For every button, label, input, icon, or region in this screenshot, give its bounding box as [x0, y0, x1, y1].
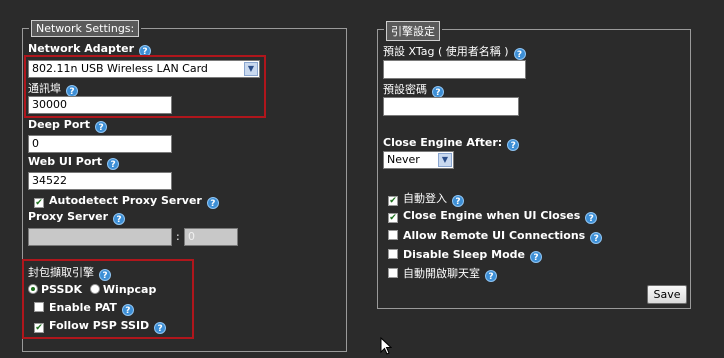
proxy-port-input[interactable]: 0 — [184, 228, 238, 246]
password-label: 預設密碼? — [383, 81, 444, 98]
xtag-input[interactable] — [383, 60, 526, 79]
help-icon[interactable]: ? — [452, 195, 464, 207]
disable-sleep-checkbox[interactable] — [388, 249, 398, 259]
help-icon[interactable]: ? — [206, 197, 219, 209]
password-input[interactable] — [383, 97, 519, 116]
network-settings-legend: Network Settings: — [29, 20, 142, 37]
auto-login-row[interactable]: ✔ 自動登入? — [388, 190, 464, 207]
save-button[interactable]: Save — [647, 285, 687, 304]
allow-remote-checkbox[interactable] — [388, 230, 398, 240]
close-on-ui-checkbox[interactable]: ✔ — [388, 213, 398, 223]
deep-port-label: Deep Port? — [28, 118, 108, 133]
help-icon[interactable]: ? — [529, 251, 542, 263]
autodetect-proxy-row[interactable]: ✔ Autodetect Proxy Server? — [34, 194, 219, 209]
help-icon[interactable]: ? — [485, 270, 497, 282]
auto-chat-row[interactable]: 自動開啟聊天室? — [388, 265, 497, 282]
disable-sleep-row[interactable]: Disable Sleep Mode? — [388, 248, 542, 263]
help-icon[interactable]: ? — [507, 139, 520, 151]
highlight-packet-engine — [22, 259, 194, 339]
close-after-label: Close Engine After:? — [383, 136, 520, 151]
allow-remote-row[interactable]: Allow Remote UI Connections? — [388, 229, 603, 244]
chevron-down-icon: ▼ — [438, 153, 452, 167]
help-icon[interactable]: ? — [107, 158, 120, 170]
engine-settings-legend: 引擎設定 — [384, 21, 442, 41]
proxy-host-input[interactable] — [28, 228, 172, 246]
mouse-cursor-icon — [380, 337, 392, 355]
help-icon[interactable]: ? — [590, 232, 603, 244]
help-icon[interactable]: ? — [113, 213, 126, 225]
autodetect-proxy-checkbox[interactable]: ✔ — [34, 198, 44, 208]
xtag-label: 預設 XTag ( 使用者名稱 )? — [383, 43, 526, 60]
help-icon[interactable]: ? — [585, 212, 598, 224]
web-ui-port-label: Web UI Port? — [28, 155, 120, 170]
deep-port-input[interactable]: 0 — [28, 135, 172, 153]
auto-chat-checkbox[interactable] — [388, 268, 398, 278]
proxy-server-label: Proxy Server? — [28, 210, 126, 225]
close-after-select[interactable]: Never ▼ — [383, 151, 454, 169]
help-icon[interactable]: ? — [95, 121, 108, 133]
web-ui-port-input[interactable]: 34522 — [28, 172, 172, 190]
auto-login-checkbox[interactable]: ✔ — [388, 196, 398, 206]
proxy-separator: : — [176, 230, 180, 243]
help-icon[interactable]: ? — [513, 48, 526, 60]
close-on-ui-row[interactable]: ✔ Close Engine when UI Closes? — [388, 209, 598, 224]
highlight-adapter-port — [24, 55, 266, 118]
